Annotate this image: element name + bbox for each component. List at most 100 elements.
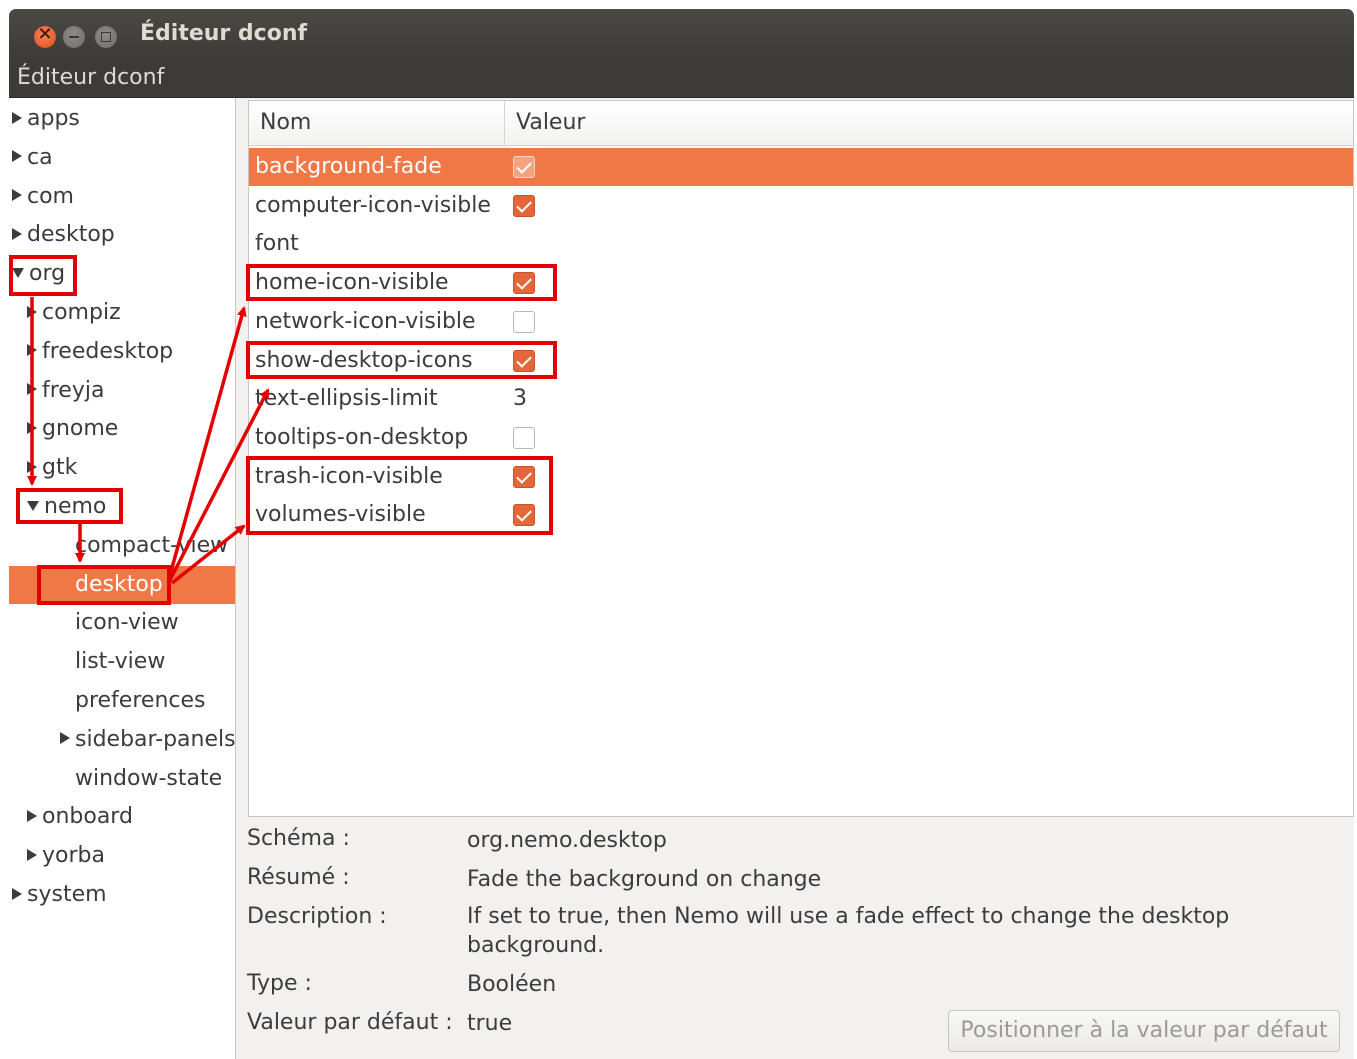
tree-item-preferences[interactable]: preferences [9,682,235,720]
tree-item-freedesktop[interactable]: freedesktop [9,333,235,371]
tree-item-compact-view[interactable]: compact-view [9,527,235,565]
tree-item-label: ca [27,144,53,170]
expander-collapsed-icon[interactable] [12,189,22,202]
tree-item-label: system [27,882,107,907]
tree-item-label: freedesktop [42,338,174,364]
tree-item-icon-view[interactable]: icon-view [9,604,235,642]
expander-collapsed-icon[interactable] [27,809,37,822]
key-row-network-icon-visible[interactable]: network-icon-visible [249,303,1353,341]
tree-item-label: apps [27,106,80,131]
tree-item-label: gtk [42,455,78,481]
schema-value: org.nemo.desktop [467,828,667,853]
key-row-tooltips-on-desktop[interactable]: tooltips-on-desktop [249,419,1353,457]
default-value-label: Valeur par défaut : [247,1010,453,1035]
key-row-text-ellipsis-limit[interactable]: text-ellipsis-limit 3 [249,380,1353,418]
tree-item-window-state[interactable]: window-state [9,760,235,798]
expander-collapsed-icon[interactable] [27,421,37,434]
keys-list[interactable]: Nom Valeur background-fade computer-icon-… [248,100,1354,817]
window-titlebar: Éditeur dconf [9,9,1354,59]
tree-item-label: compiz [42,300,121,325]
key-row-volumes-visible[interactable]: volumes-visible [249,496,1353,534]
checkbox-checked-icon[interactable] [513,465,535,488]
expander-collapsed-icon[interactable] [12,887,22,900]
key-row-trash-icon-visible[interactable]: trash-icon-visible [249,458,1353,496]
tree-item-label: com [27,183,74,209]
checkbox-checked-icon[interactable] [513,194,535,217]
tree-item-gnome[interactable]: gnome [9,410,235,448]
tree-item-gtk[interactable]: gtk [9,449,235,487]
key-name: tooltips-on-desktop [255,424,469,450]
checkbox-unchecked-icon[interactable] [513,310,535,333]
key-row-background-fade[interactable]: background-fade [249,148,1353,186]
main-content: apps ca com desktop org compiz freedesktop frey… [9,98,1354,1059]
tree-item-label: list-view [75,649,166,675]
tree-item-sidebar-panels[interactable]: sidebar-panels [9,721,235,759]
key-row-computer-icon-visible[interactable]: computer-icon-visible [249,187,1353,225]
column-header-valeur[interactable]: Valeur [505,101,585,145]
expander-collapsed-icon[interactable] [27,460,37,473]
tree-item-apps[interactable]: apps [9,100,235,138]
tree-item-label: window-state [75,765,223,791]
tree-item-desktop[interactable]: desktop [9,216,235,254]
key-value[interactable]: 3 [513,380,527,418]
tree-item-label: preferences [75,688,206,713]
expander-collapsed-icon[interactable] [12,111,22,124]
summary-label: Résumé : [247,865,350,890]
tree-item-label: desktop [27,222,115,248]
menubar: Éditeur dconf [9,59,1354,98]
key-row-font[interactable]: font [249,225,1353,263]
tree-item-label: onboard [42,804,133,830]
checkbox-checked-icon[interactable] [513,504,535,527]
type-value: Booléen [467,972,557,997]
tree-item-label: icon-view [75,610,179,636]
tree-item-list-view[interactable]: list-view [9,643,235,681]
checkbox-unchecked-icon[interactable] [513,426,535,449]
key-name: trash-icon-visible [255,463,443,489]
maximize-window-button[interactable] [95,26,117,48]
key-name: network-icon-visible [255,308,476,334]
tree-item-label: nemo [44,494,107,519]
schema-tree[interactable]: apps ca com desktop org compiz freedesktop frey… [9,98,236,1059]
close-window-button[interactable] [34,23,56,48]
tree-item-label: gnome [42,416,119,442]
tree-item-system[interactable]: system [9,876,235,914]
checkbox-checked-icon[interactable] [513,349,535,372]
app-menu[interactable]: Éditeur dconf [17,65,164,90]
expander-collapsed-icon[interactable] [60,732,70,745]
checkbox-checked-icon[interactable] [513,156,535,178]
expander-collapsed-icon[interactable] [12,227,22,240]
window-title: Éditeur dconf [140,21,308,46]
tree-item-compiz[interactable]: compiz [9,294,235,332]
reset-to-default-button[interactable]: Positionner à la valeur par défaut [948,1010,1340,1052]
tree-item-desktop[interactable]: desktop [9,565,235,604]
key-name: volumes-visible [255,502,426,528]
tree-item-label: freyja [42,377,105,403]
description-label: Description : [247,904,387,929]
key-name: show-desktop-icons [255,347,473,373]
key-row-home-icon-visible[interactable]: home-icon-visible [249,264,1353,302]
tree-item-onboard[interactable]: onboard [9,798,235,836]
description-value: If set to true, then Nemo will use a fad… [467,904,1230,958]
tree-item-label: org [29,261,66,287]
minimize-window-button[interactable] [63,26,85,48]
expander-collapsed-icon[interactable] [27,305,37,318]
expander-collapsed-icon[interactable] [27,344,37,357]
expander-expanded-icon[interactable] [12,267,24,278]
tree-item-yorba[interactable]: yorba [9,837,235,875]
expander-collapsed-icon[interactable] [27,383,37,396]
tree-item-nemo[interactable]: nemo [9,488,235,526]
tree-item-ca[interactable]: ca [9,139,235,177]
tree-item-label: desktop [75,571,163,597]
tree-item-label: yorba [42,843,105,869]
tree-item-freyja[interactable]: freyja [9,372,235,410]
tree-item-org[interactable]: org [9,255,235,293]
expander-collapsed-icon[interactable] [27,848,37,861]
checkbox-checked-icon[interactable] [513,272,535,295]
key-name: text-ellipsis-limit [255,386,438,412]
key-row-show-desktop-icons[interactable]: show-desktop-icons [249,342,1353,380]
expander-collapsed-icon[interactable] [12,150,22,163]
tree-item-label: compact-view [75,532,229,558]
column-header-nom[interactable]: Nom [249,101,505,145]
expander-expanded-icon[interactable] [27,500,39,511]
tree-item-com[interactable]: com [9,178,235,216]
